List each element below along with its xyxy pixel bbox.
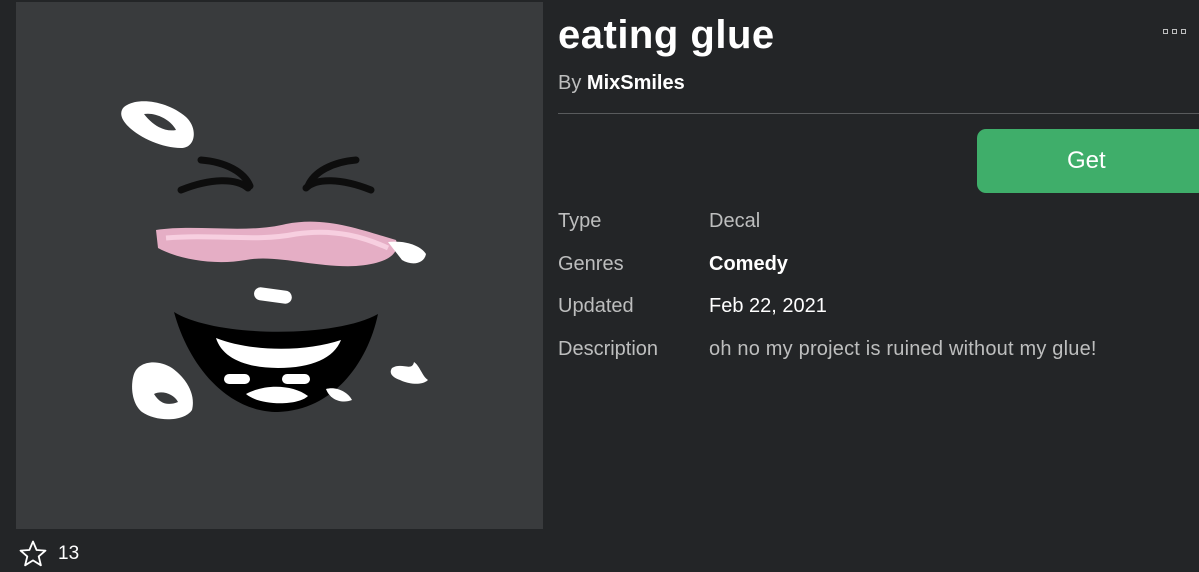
updated-value: Feb 22, 2021	[709, 295, 827, 317]
asset-title: eating glue	[558, 13, 775, 57]
type-label: Type	[558, 210, 602, 232]
genres-label: Genres	[558, 253, 624, 275]
type-value: Decal	[709, 210, 761, 232]
get-button[interactable]: Get	[977, 129, 1199, 193]
laughing-face-decal-image	[121, 101, 428, 420]
description-label: Description	[558, 338, 659, 360]
favorite-count: 13	[58, 543, 80, 564]
more-dot	[1163, 29, 1168, 34]
star-outline-icon[interactable]	[18, 539, 48, 569]
updated-label: Updated	[558, 295, 634, 317]
favorite-control[interactable]: 13	[18, 539, 79, 569]
divider	[558, 113, 1199, 114]
asset-thumbnail	[16, 2, 543, 529]
more-options-icon[interactable]	[1163, 29, 1186, 34]
more-dot	[1181, 29, 1186, 34]
genre-link-comedy[interactable]: Comedy	[709, 253, 788, 276]
by-prefix: By	[558, 72, 582, 94]
creator-link[interactable]: MixSmiles	[587, 72, 685, 94]
creator-byline: By MixSmiles	[558, 72, 685, 95]
more-dot	[1172, 29, 1177, 34]
asset-details-page: 13 eating glue By MixSmiles Get Type Dec…	[0, 0, 1199, 572]
description-text: oh no my project is ruined without my gl…	[709, 338, 1097, 360]
